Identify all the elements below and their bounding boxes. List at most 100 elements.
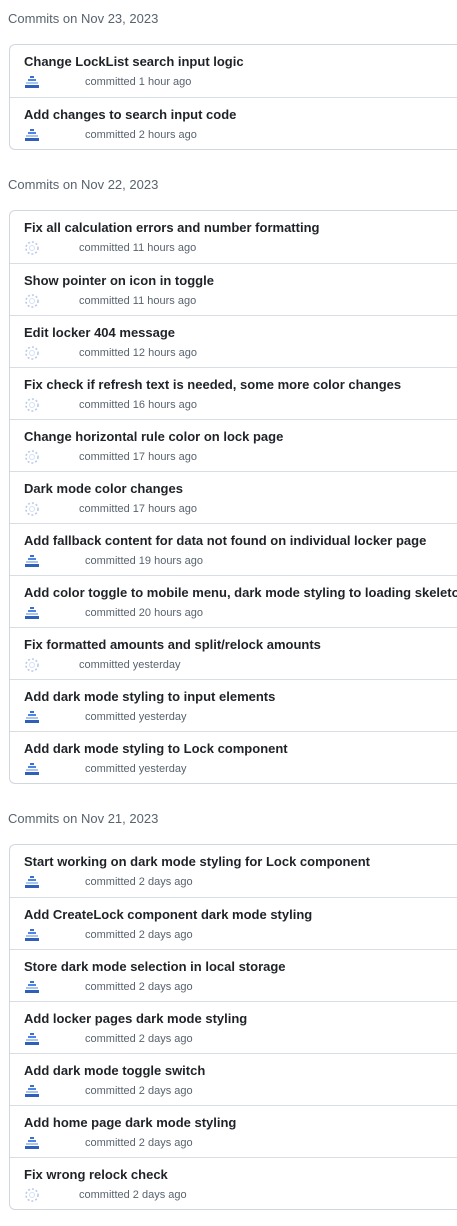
commit-history: Commits on Nov 23, 2023 Change LockList s… [0,0,457,1226]
author-avatar-icon[interactable] [24,1135,40,1151]
commit-meta: committed 11 hours ago [24,292,196,310]
commit-row[interactable]: Fix all calculation errors and number fo… [10,211,457,263]
commit-meta: committed 2 days ago [24,1082,193,1100]
commit-row[interactable]: Fix check if refresh text is needed, som… [10,367,457,419]
commit-title-link[interactable]: Add home page dark mode styling [24,1115,236,1130]
commit-relative-time: committed yesterday [85,711,187,723]
author-avatar-icon[interactable] [24,927,40,943]
commit-meta: committed 19 hours ago [24,552,203,570]
commit-title-link[interactable]: Add dark mode styling to Lock component [24,741,288,756]
commit-relative-time: committed 16 hours ago [79,399,198,411]
commit-relative-time: committed yesterday [85,763,187,775]
author-avatar-placeholder-icon[interactable] [24,240,40,256]
commit-relative-time: committed 2 days ago [79,1189,187,1201]
author-avatar-placeholder-icon[interactable] [24,345,40,361]
commit-title-link[interactable]: Fix formatted amounts and split/relock a… [24,637,321,652]
author-avatar-placeholder-icon[interactable] [24,397,40,413]
commit-relative-time: committed 1 hour ago [85,76,192,88]
commit-relative-time: committed 2 days ago [85,876,193,888]
author-avatar-icon[interactable] [24,74,40,90]
commit-meta: committed yesterday [24,760,186,778]
commit-row[interactable]: Add dark mode styling to input elements c… [10,679,457,731]
commit-row[interactable]: Change horizontal rule color on lock pag… [10,419,457,471]
commit-title-link[interactable]: Add dark mode styling to input elements [24,689,275,704]
commit-title-link[interactable]: Add locker pages dark mode styling [24,1011,247,1026]
commit-row[interactable]: Dark mode color changes committed 17 hour… [10,471,457,523]
commit-list: Fix all calculation errors and number fo… [9,210,457,784]
commit-relative-time: committed 2 days ago [85,929,193,941]
commit-row[interactable]: Add fallback content for data not found … [10,523,457,575]
commit-title-link[interactable]: Start working on dark mode styling for L… [24,854,370,869]
commit-row[interactable]: Add dark mode styling to Lock component c… [10,731,457,783]
commit-title-link[interactable]: Fix all calculation errors and number fo… [24,220,319,235]
commit-relative-time: committed 11 hours ago [79,242,197,254]
commit-list: Start working on dark mode styling for L… [9,844,457,1210]
commit-relative-time: committed 19 hours ago [85,555,204,567]
commit-title-link[interactable]: Change horizontal rule color on lock pag… [24,429,283,444]
commit-title-link[interactable]: Change LockList search input logic [24,54,244,69]
author-avatar-icon[interactable] [24,553,40,569]
commit-title-link[interactable]: Fix check if refresh text is needed, som… [24,377,401,392]
commit-row[interactable]: Add color toggle to mobile menu, dark mo… [10,575,457,627]
author-avatar-icon[interactable] [24,1031,40,1047]
commit-row[interactable]: Store dark mode selection in local stora… [10,949,457,1001]
commit-title-link[interactable]: Add dark mode toggle switch [24,1063,205,1078]
commit-title-link[interactable]: Store dark mode selection in local stora… [24,959,286,974]
commit-meta: committed 1 hour ago [24,73,191,91]
commit-title-link[interactable]: Show pointer on icon in toggle [24,273,214,288]
commit-row[interactable]: Add dark mode toggle switch committed 2 d… [10,1053,457,1105]
author-avatar-placeholder-icon[interactable] [24,501,40,517]
author-avatar-icon[interactable] [24,1083,40,1099]
commit-date-label: Commits on Nov 21, 2023 [8,811,159,826]
commit-meta: committed 2 days ago [24,1134,193,1152]
commit-row[interactable]: Add home page dark mode styling committed… [10,1105,457,1157]
commit-meta: committed 2 days ago [24,926,193,944]
author-avatar-placeholder-icon[interactable] [24,449,40,465]
commit-row[interactable]: Add locker pages dark mode styling commit… [10,1001,457,1053]
commit-title-link[interactable]: Edit locker 404 message [24,325,175,340]
author-avatar-icon[interactable] [24,709,40,725]
commit-title-link[interactable]: Add CreateLock component dark mode styli… [24,907,312,922]
commit-relative-time: committed yesterday [79,659,181,671]
commit-title-link[interactable]: Add changes to search input code [24,107,236,122]
commit-meta: committed 17 hours ago [24,448,197,466]
commit-meta: committed 2 days ago [24,1186,187,1204]
commit-relative-time: committed 2 days ago [85,1033,193,1045]
commit-group-header: Commits on Nov 21, 2023 [0,800,457,844]
author-avatar-icon[interactable] [24,874,40,890]
commit-meta: committed 2 days ago [24,873,193,891]
author-avatar-placeholder-icon[interactable] [24,1187,40,1203]
commit-group: Commits on Nov 23, 2023 Change LockList s… [0,0,457,166]
author-avatar-icon[interactable] [24,761,40,777]
commit-title-link[interactable]: Add color toggle to mobile menu, dark mo… [24,585,457,600]
commit-row[interactable]: Add changes to search input code committe… [10,97,457,149]
commit-meta: committed 20 hours ago [24,604,203,622]
commit-date-label: Commits on Nov 23, 2023 [8,11,159,26]
commit-row[interactable]: Show pointer on icon in toggle committed … [10,263,457,315]
author-avatar-icon[interactable] [24,605,40,621]
commit-meta: committed 11 hours ago [24,239,196,257]
commit-relative-time: committed 12 hours ago [79,347,198,359]
commit-meta: committed 16 hours ago [24,396,197,414]
commit-title-link[interactable]: Dark mode color changes [24,481,183,496]
author-avatar-icon[interactable] [24,127,40,143]
commit-relative-time: committed 11 hours ago [79,295,197,307]
commit-row[interactable]: Edit locker 404 message committed 12 hour… [10,315,457,367]
commit-relative-time: committed 2 days ago [85,1085,193,1097]
commit-row[interactable]: Fix formatted amounts and split/relock a… [10,627,457,679]
commit-row[interactable]: Start working on dark mode styling for L… [10,845,457,897]
commit-date-label: Commits on Nov 22, 2023 [8,177,159,192]
author-avatar-placeholder-icon[interactable] [24,657,40,673]
commit-meta: committed yesterday [24,708,186,726]
commit-title-link[interactable]: Add fallback content for data not found … [24,533,426,548]
commit-row[interactable]: Fix wrong relock check committed 2 days a… [10,1157,457,1209]
commit-row[interactable]: Change LockList search input logic commit… [10,45,457,97]
commit-title-link[interactable]: Fix wrong relock check [24,1167,168,1182]
author-avatar-icon[interactable] [24,979,40,995]
commit-group: Commits on Nov 21, 2023 Start working on … [0,800,457,1226]
author-avatar-placeholder-icon[interactable] [24,293,40,309]
commit-relative-time: committed 2 days ago [85,1137,193,1149]
commit-relative-time: committed 2 days ago [85,981,193,993]
commit-relative-time: committed 17 hours ago [79,503,198,515]
commit-row[interactable]: Add CreateLock component dark mode styli… [10,897,457,949]
